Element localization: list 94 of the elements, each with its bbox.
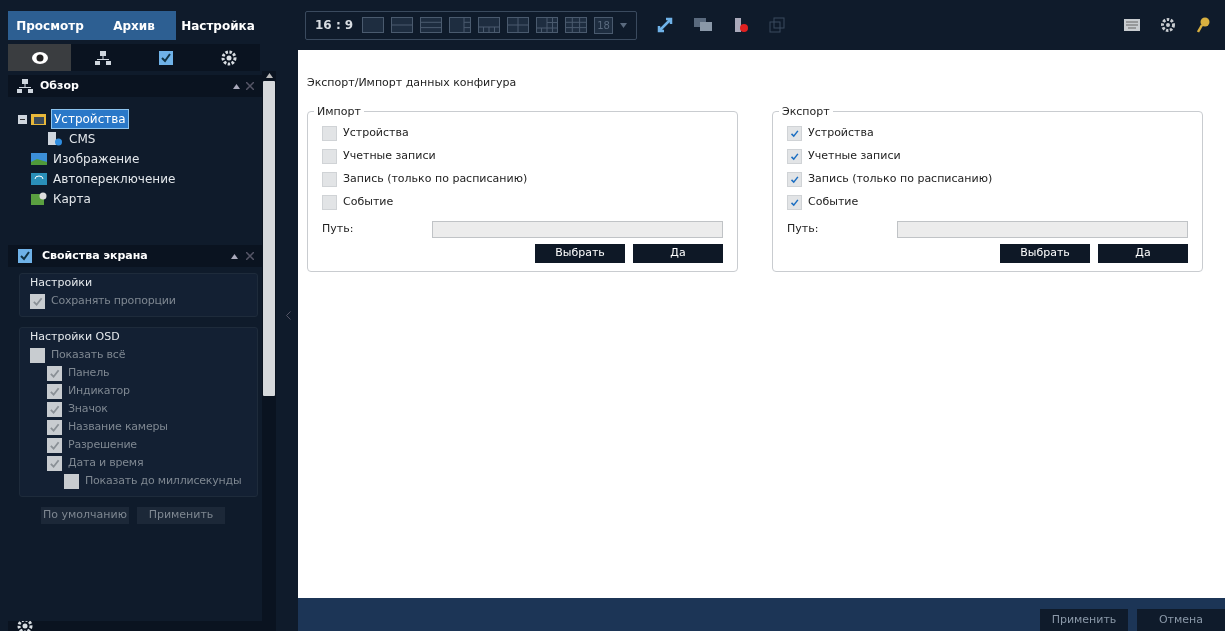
section-title: Экспорт xyxy=(781,103,831,120)
checkbox-label: Показать до миллисекунды xyxy=(85,472,242,489)
folder-icon xyxy=(31,112,47,126)
layout-icon[interactable] xyxy=(449,17,472,33)
check-icon xyxy=(790,151,799,161)
check-icon xyxy=(49,403,60,415)
close-icon[interactable] xyxy=(246,82,254,90)
layout-icon[interactable] xyxy=(420,17,443,33)
network-icon xyxy=(93,48,112,67)
checkbox[interactable] xyxy=(787,125,802,141)
check-icon xyxy=(49,457,60,469)
checkbox-label: Панель xyxy=(68,364,110,381)
key-icon[interactable] xyxy=(1196,17,1210,33)
path-label: Путь: xyxy=(322,221,355,238)
chevron-left-icon[interactable] xyxy=(285,311,291,320)
monitor-icon xyxy=(31,172,47,186)
aspect-ratio-label[interactable]: 16 : 9 xyxy=(315,16,354,34)
checkbox-label: Запись (только по расписанию) xyxy=(343,170,528,187)
collapse-icon[interactable] xyxy=(18,114,27,124)
view-tab[interactable] xyxy=(8,44,71,71)
landscape-icon xyxy=(31,152,47,166)
group-title: Настройки xyxy=(30,275,94,291)
checkbox-label: Событие xyxy=(343,193,394,210)
path-label: Путь: xyxy=(787,221,820,238)
layout-icon[interactable] xyxy=(362,17,385,33)
group-title: Настройки OSD xyxy=(30,329,121,345)
close-icon[interactable] xyxy=(246,252,254,260)
tree-item[interactable]: Устройства xyxy=(51,109,129,129)
checkbox-icon xyxy=(156,48,175,67)
checkbox-label: Разрешение xyxy=(68,436,137,453)
panel-title: Свойства экрана xyxy=(42,247,149,264)
main-tab[interactable]: Архив xyxy=(92,11,176,40)
check-icon xyxy=(790,174,799,184)
checkbox-label: Индикатор xyxy=(68,382,130,399)
page-title: Экспорт/Импорт данных конфигура xyxy=(307,75,518,91)
checkbox-label: Значок xyxy=(68,400,108,417)
check-icon xyxy=(790,197,799,207)
footer-button[interactable]: Применить xyxy=(1040,609,1128,631)
fullscreen-icon[interactable] xyxy=(656,17,673,33)
main-tab[interactable]: Просмотр xyxy=(8,11,92,40)
checkbox-icon xyxy=(16,247,34,265)
checkbox-label: Сохранять пропорции xyxy=(51,292,176,309)
settings-icon[interactable] xyxy=(1160,17,1176,33)
tree-item[interactable]: CMS xyxy=(67,130,98,148)
checkbox-label: Учетные записи xyxy=(808,147,901,164)
section-title: Импорт xyxy=(316,103,362,120)
collapse-icon[interactable] xyxy=(233,83,240,89)
footer-button[interactable]: Отмена xyxy=(1137,609,1225,631)
checkbox-label: Учетные записи xyxy=(343,147,436,164)
check-icon xyxy=(49,439,60,451)
record-icon[interactable] xyxy=(732,17,749,33)
layout-icon[interactable] xyxy=(507,17,530,33)
checkbox-label: Устройства xyxy=(808,124,874,141)
check-icon xyxy=(49,421,60,433)
checkbox[interactable] xyxy=(787,148,802,164)
tree-item[interactable]: Карта xyxy=(51,190,93,208)
tree-item[interactable]: Автопереключение xyxy=(51,170,178,188)
checkbox[interactable] xyxy=(787,171,802,187)
checkbox[interactable] xyxy=(322,194,337,210)
checkbox-label: Устройства xyxy=(343,124,409,141)
panel-button[interactable]: Применить xyxy=(137,507,225,524)
scroll-up-icon[interactable] xyxy=(265,73,273,78)
checkbox-label: Показать всё xyxy=(51,346,126,363)
collapse-icon[interactable] xyxy=(231,253,238,259)
layout-icon[interactable] xyxy=(565,17,588,33)
layout-icon[interactable] xyxy=(478,17,501,33)
monitors-icon[interactable] xyxy=(692,17,713,33)
checkbox-label: Событие xyxy=(808,193,859,210)
checkbox-label: Название камеры xyxy=(68,418,168,435)
settings-icon xyxy=(219,48,238,67)
layout-icon[interactable] xyxy=(536,17,559,33)
check-icon xyxy=(49,367,60,379)
tree-item[interactable]: Изображение xyxy=(51,150,142,168)
checkbox-label: Запись (только по расписанию) xyxy=(808,170,993,187)
checkbox-label: Дата и время xyxy=(68,454,144,471)
check-icon xyxy=(790,128,799,138)
server-icon xyxy=(47,132,63,146)
dialog-button[interactable]: Да xyxy=(633,244,723,263)
dropdown-icon[interactable] xyxy=(619,22,627,28)
checkbox[interactable] xyxy=(322,125,337,141)
check-icon xyxy=(32,295,43,307)
dialog-button[interactable]: Выбрать xyxy=(535,244,625,263)
checkbox[interactable] xyxy=(322,171,337,187)
layout-icon[interactable] xyxy=(391,17,414,33)
checkbox[interactable] xyxy=(322,148,337,164)
check-icon xyxy=(49,385,60,397)
panel-title: Обзор xyxy=(40,77,80,94)
dialog-button[interactable]: Выбрать xyxy=(1000,244,1090,263)
dialog-button[interactable]: Да xyxy=(1098,244,1188,263)
panel-button[interactable]: По умолчанию xyxy=(41,507,129,524)
map-icon xyxy=(31,192,47,206)
scrollbar[interactable] xyxy=(262,71,276,631)
checkbox[interactable] xyxy=(787,194,802,210)
network-icon xyxy=(16,77,34,95)
